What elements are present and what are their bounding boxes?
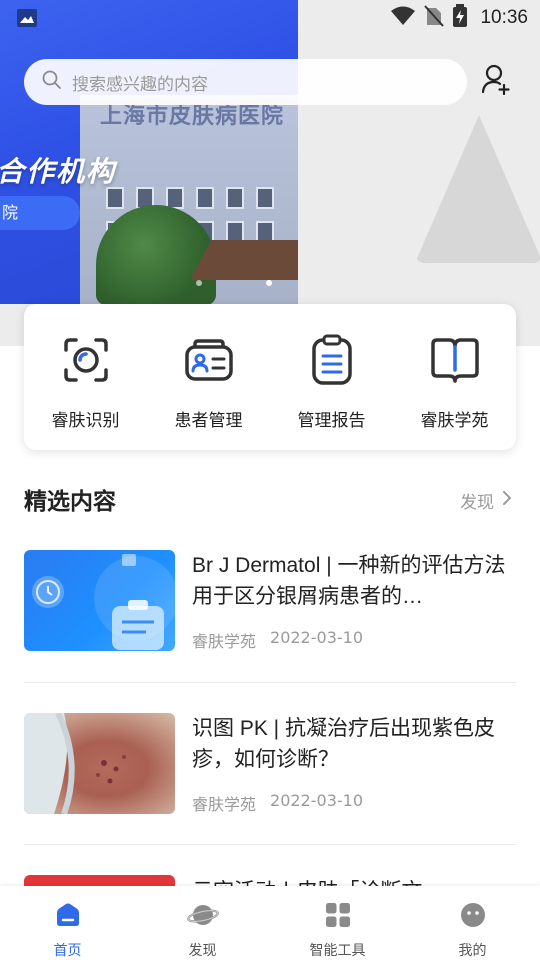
scan-camera-icon: [60, 334, 112, 386]
article-meta: 睿肤学苑 2022-03-10: [192, 628, 363, 652]
nav-tab-home[interactable]: 首页: [0, 886, 135, 960]
discover-more-label: 发现: [460, 493, 494, 513]
nav-label: 发现: [188, 943, 217, 959]
chevron-right-icon: [502, 490, 512, 511]
search-icon: [42, 70, 62, 94]
nav-tab-discover[interactable]: 发现: [135, 886, 270, 960]
carousel-dot: [196, 280, 202, 286]
article-source: 睿肤学苑: [192, 795, 257, 814]
clipboard-icon: [306, 334, 358, 386]
article-meta: 睿肤学苑 2022-03-10: [192, 791, 363, 815]
article-date: 2022-03-10: [270, 791, 363, 810]
quick-action-skin-recognition[interactable]: 睿肤识别: [24, 304, 147, 450]
nav-label: 首页: [53, 943, 82, 959]
image-placeholder-icon: [415, 115, 540, 263]
nav-label: 智能工具: [309, 943, 366, 959]
planet-icon: [186, 900, 219, 930]
quick-action-label: 患者管理: [174, 411, 243, 431]
divider: [24, 682, 516, 683]
article-source: 睿肤学苑: [192, 632, 257, 651]
divider: [24, 844, 516, 845]
carousel-dot-active: [266, 280, 272, 286]
article-title: Br J Dermatol | 一种新的评估方法用于区分银屑病患者的…: [192, 554, 506, 608]
nav-tab-smart-tools[interactable]: 智能工具: [270, 886, 405, 960]
search-placeholder: 搜索感兴趣的内容: [72, 74, 208, 95]
quick-action-label: 睿肤识别: [51, 411, 120, 431]
banner-carousel[interactable]: 上海市皮肤病医院 合作机构 院: [0, 0, 540, 346]
banner-image[interactable]: 上海市皮肤病医院 合作机构 院: [0, 0, 298, 304]
bottom-navigation: 首页 发现 智能工具 我的: [0, 886, 540, 960]
status-time: 10:36: [480, 7, 528, 28]
quick-action-management-report[interactable]: 管理报告: [270, 304, 393, 450]
nav-label: 我的: [458, 943, 487, 959]
discover-more-link[interactable]: 发现: [460, 488, 512, 513]
grid-apps-icon: [322, 900, 354, 930]
article-date: 2022-03-10: [270, 628, 363, 647]
battery-charging-icon: [452, 4, 468, 32]
no-sim-icon: [424, 5, 445, 31]
article-title: 识图 PK | 抗凝治疗后出现紫色皮疹，如何诊断？: [192, 717, 495, 771]
article-card[interactable]: 识图 PK | 抗凝治疗后出现紫色皮疹，如何诊断？ 睿肤学苑 2022-03-1…: [24, 713, 516, 815]
wifi-icon: [390, 5, 416, 31]
smiley-face-icon: [457, 900, 489, 930]
article-thumbnail: [24, 713, 175, 814]
add-user-button[interactable]: [478, 62, 514, 100]
article-card[interactable]: Br J Dermatol | 一种新的评估方法用于区分银屑病患者的… 睿肤学苑…: [24, 550, 516, 652]
image-icon: [16, 7, 38, 29]
banner-headline: 合作机构: [0, 155, 117, 188]
quick-actions-card: 睿肤识别 患者管理 管理报告 睿肤学苑: [24, 304, 516, 450]
article-thumbnail: [24, 550, 175, 651]
open-book-icon: [429, 334, 481, 386]
search-input[interactable]: 搜索感兴趣的内容: [24, 59, 467, 105]
nav-tab-mine[interactable]: 我的: [405, 886, 540, 960]
quick-action-label: 管理报告: [297, 411, 366, 431]
section-title: 精选内容: [24, 489, 116, 515]
quick-action-academy[interactable]: 睿肤学苑: [393, 304, 516, 450]
banner-pill: 院: [0, 196, 80, 230]
add-user-icon: [481, 63, 511, 99]
home-icon: [52, 900, 84, 930]
quick-action-patient-management[interactable]: 患者管理: [147, 304, 270, 450]
status-bar: 10:36: [0, 0, 540, 36]
quick-action-label: 睿肤学苑: [420, 411, 489, 431]
id-card-icon: [183, 334, 235, 386]
carousel-indicator: [196, 280, 272, 286]
